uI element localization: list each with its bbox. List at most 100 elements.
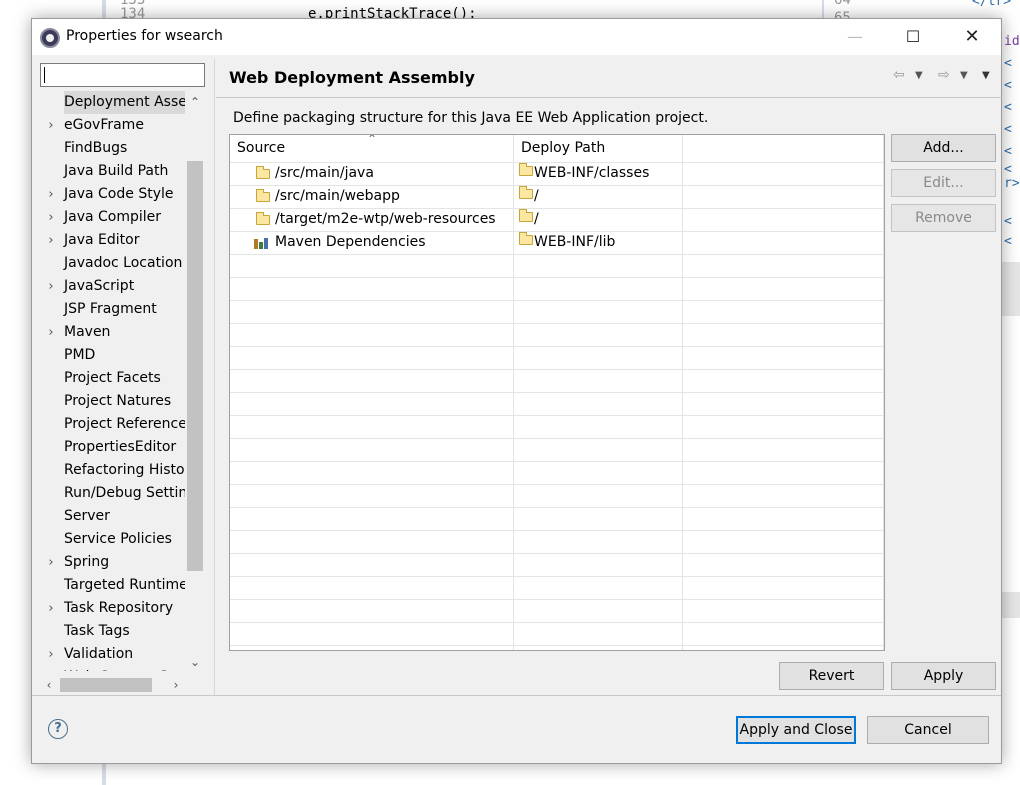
tree-item-label: PropertiesEditor [64,439,177,455]
footer-separator [32,695,1001,696]
tree-item[interactable]: › eGovFrame [40,114,185,137]
editor-highlight [1002,262,1020,316]
chevron-right-icon[interactable]: › [44,551,58,574]
row-divider [230,461,884,462]
chevron-left-icon[interactable]: ‹ [40,675,58,695]
scroll-thumb[interactable] [60,678,152,692]
tree-item-label: Project References [64,416,185,432]
tree-item[interactable]: Project Facets [40,367,185,390]
tree-item[interactable]: Project Natures [40,390,185,413]
tree-vertical-scrollbar[interactable]: ⌃ ⌄ [185,91,205,673]
chevron-down-icon[interactable]: ▼ [960,70,968,81]
tree-item-label: Run/Debug Settings [64,485,185,501]
forward-arrow-icon[interactable]: ⇨ [938,67,950,83]
row-divider [230,415,884,416]
apply-button[interactable]: Apply [891,662,996,690]
chevron-right-icon[interactable]: › [44,183,58,206]
edit-button[interactable]: Edit... [891,169,996,197]
chevron-right-icon[interactable]: › [44,597,58,620]
chevron-down-icon[interactable]: ⌄ [185,651,205,673]
tree-item-label: Task Repository [64,600,174,616]
tree-item[interactable]: PropertiesEditor [40,436,185,459]
table-row[interactable]: /src/main/java WEB-INF/classes [230,162,884,185]
tree-item-label: PMD [64,347,96,363]
tree-item-label: Java Build Path [64,163,169,179]
tree-item[interactable]: Java Build Path [40,160,185,183]
minimize-icon[interactable]: — [826,19,884,55]
title-bar[interactable]: Properties for wsearch — ☐ ✕ [32,19,1001,55]
row-divider [230,323,884,324]
close-icon[interactable]: ✕ [943,19,1001,55]
chevron-down-icon[interactable]: ▼ [915,70,923,81]
chevron-right-icon[interactable]: › [44,114,58,137]
tree-item[interactable]: Web Content Settings [40,666,185,671]
chevron-right-icon[interactable]: › [44,643,58,666]
tree-item[interactable]: Javadoc Location [40,252,185,275]
property-tree: Deployment Assembly › eGovFrame FindBugs Jav… [40,91,205,671]
tree-item[interactable]: › Maven [40,321,185,344]
row-divider [230,484,884,485]
code-tag: < [1004,56,1012,71]
help-icon[interactable]: ? [48,719,68,739]
table-row[interactable]: /src/main/webapp / [230,185,884,208]
table-row[interactable]: Maven Dependencies WEB-INF/lib [230,231,884,254]
filter-input[interactable] [40,63,205,87]
tree-item[interactable]: › Java Compiler [40,206,185,229]
row-divider [230,599,884,600]
row-divider [230,300,884,301]
tree-item[interactable]: › Java Code Style [40,183,185,206]
chevron-right-icon[interactable]: › [44,206,58,229]
chevron-up-icon[interactable]: ⌃ [185,91,205,113]
remove-button[interactable]: Remove [891,204,996,232]
cancel-button[interactable]: Cancel [867,716,989,744]
tree-item[interactable]: Deployment Assembly [40,91,185,114]
tree-item[interactable]: › Validation [40,643,185,666]
tree-item[interactable]: Server [40,505,185,528]
tree-item[interactable]: › Spring [40,551,185,574]
chevron-right-icon[interactable]: › [44,275,58,298]
row-divider [230,438,884,439]
library-icon [254,237,268,249]
panel-divider[interactable] [214,59,215,695]
tree-item[interactable]: JSP Fragment [40,298,185,321]
row-divider [230,622,884,623]
column-header-source[interactable]: ⌃ Source [230,135,514,162]
tree-item-label: JSP Fragment [64,301,157,317]
apply-and-close-button[interactable]: Apply and Close [736,716,856,744]
tree-item-label: Project Facets [64,370,161,386]
view-menu-icon[interactable]: ▼ [982,70,990,81]
chevron-right-icon[interactable]: › [44,229,58,252]
table-row[interactable]: /target/m2e-wtp/web-resources / [230,208,884,231]
add-button[interactable]: Add... [891,134,996,162]
tree-item[interactable]: Targeted Runtimes [40,574,185,597]
tree-item[interactable]: Project References [40,413,185,436]
tree-item[interactable]: FindBugs [40,137,185,160]
scroll-thumb[interactable] [187,161,203,571]
tree-item[interactable]: Run/Debug Settings [40,482,185,505]
editor-highlight [1002,592,1020,618]
chevron-right-icon[interactable]: › [44,321,58,344]
tree-item[interactable]: Refactoring History [40,459,185,482]
tree-horizontal-scrollbar[interactable]: ‹ › [40,675,185,695]
eclipse-icon [40,28,60,48]
column-header-deploy-path[interactable]: Deploy Path [514,135,683,162]
tree-item-label: Service Policies [64,531,172,547]
maximize-icon[interactable]: ☐ [884,19,942,55]
tree-item[interactable]: › Task Repository [40,597,185,620]
tree-item[interactable]: Service Policies [40,528,185,551]
row-divider [230,553,884,554]
tree-item[interactable]: PMD [40,344,185,367]
tree-item[interactable]: › JavaScript [40,275,185,298]
back-arrow-icon[interactable]: ⇦ [893,67,905,83]
tree-item-label: Validation [64,646,134,662]
code-tag: </tr> [972,0,1012,9]
tree-item[interactable]: Task Tags [40,620,185,643]
chevron-right-icon[interactable]: › [167,675,185,695]
column-header-label: Deploy Path [521,140,606,156]
code-tag: < [1004,78,1012,93]
tree-item[interactable]: › Java Editor [40,229,185,252]
folder-icon [256,166,270,179]
revert-button[interactable]: Revert [779,662,884,690]
assembly-table: ⌃ Source Deploy Path /src/main/java WEB-I… [229,134,885,651]
text-caret [44,67,45,83]
